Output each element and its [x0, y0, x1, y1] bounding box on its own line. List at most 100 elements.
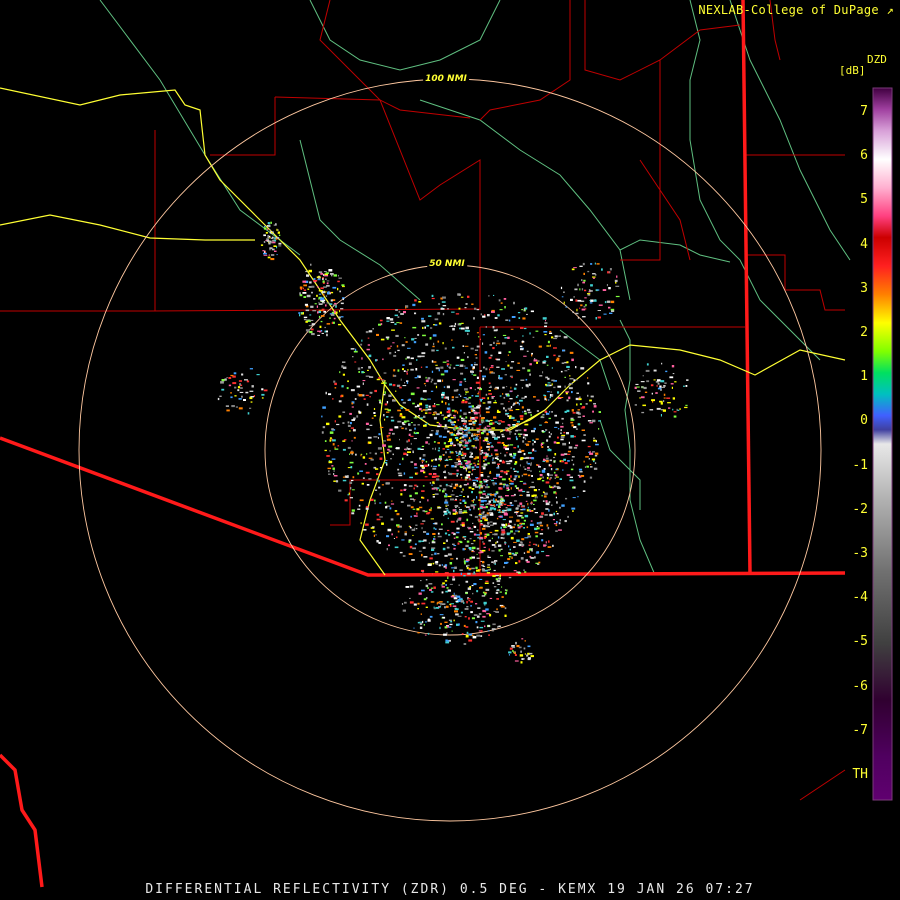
radar-return — [488, 500, 491, 503]
radar-return — [529, 332, 531, 335]
radar-return — [532, 543, 536, 545]
radar-return — [325, 304, 327, 307]
radar-return — [453, 427, 456, 430]
radar-return — [528, 383, 531, 386]
radar-return — [305, 270, 308, 273]
radar-return — [499, 574, 501, 577]
radar-return — [465, 393, 467, 395]
radar-return — [438, 457, 442, 461]
radar-return — [410, 498, 414, 500]
radar-return — [549, 411, 551, 413]
radar-return — [439, 459, 442, 462]
radar-return — [400, 489, 403, 492]
radar-return — [496, 579, 501, 583]
radar-return — [465, 391, 469, 393]
radar-return — [577, 423, 580, 426]
radar-return — [432, 562, 435, 565]
radar-return — [522, 335, 524, 337]
radar-return — [674, 381, 677, 383]
radar-return — [423, 539, 427, 542]
radar-return — [426, 422, 428, 425]
radar-return — [465, 464, 469, 467]
radar-return — [509, 415, 512, 417]
radar-return — [342, 411, 346, 413]
radar-return — [411, 559, 415, 561]
radar-return — [496, 598, 499, 600]
radar-return — [442, 296, 446, 299]
radar-return — [526, 654, 529, 657]
radar-return — [465, 626, 469, 628]
radar-return — [571, 268, 575, 271]
radar-return — [420, 397, 423, 400]
radar-return — [517, 488, 519, 490]
radar-return — [240, 387, 243, 389]
radar-return — [515, 383, 518, 386]
radar-return — [503, 444, 505, 446]
radar-return — [527, 369, 531, 372]
radar-return — [500, 526, 503, 529]
radar-return — [496, 589, 500, 592]
radar-return — [463, 643, 467, 645]
radar-return — [456, 469, 459, 472]
radar-return — [373, 534, 375, 537]
radar-return — [393, 538, 395, 539]
radar-return — [432, 414, 436, 416]
radar-return — [234, 395, 237, 397]
radar-return — [341, 385, 344, 388]
radar-return — [438, 564, 441, 567]
radar-return — [469, 416, 472, 419]
radar-return — [473, 551, 475, 553]
radar-return — [361, 367, 363, 369]
radar-return — [510, 444, 514, 446]
radar-return — [409, 494, 412, 498]
radar-return — [368, 457, 373, 459]
radar-return — [386, 482, 390, 485]
radar-return — [390, 518, 394, 521]
radar-return — [510, 328, 514, 330]
radar-return — [437, 442, 440, 444]
radar-return — [531, 475, 533, 477]
radar-return — [451, 465, 455, 468]
radar-return — [452, 346, 455, 349]
radar-return — [366, 428, 370, 431]
radar-return — [228, 377, 232, 379]
radar-return — [505, 495, 509, 497]
radar-return — [405, 448, 407, 451]
radar-return — [414, 377, 418, 379]
radar-return — [456, 531, 460, 534]
radar-return — [387, 347, 390, 350]
radar-return — [463, 412, 467, 415]
radar-return — [426, 532, 430, 535]
radar-return — [410, 461, 414, 463]
radar-return — [471, 395, 474, 397]
radar-return — [494, 400, 497, 402]
radar-return — [439, 626, 441, 630]
radar-return — [338, 400, 342, 403]
radar-return — [474, 464, 477, 467]
radar-return — [367, 436, 372, 439]
radar-return — [459, 409, 462, 412]
radar-return — [451, 483, 453, 485]
radar-return — [329, 450, 331, 452]
radar-return — [485, 440, 489, 442]
radar-return — [384, 501, 387, 504]
radar-return — [409, 545, 413, 549]
radar-return — [546, 364, 549, 366]
radar-return — [520, 417, 524, 420]
radar-return — [487, 526, 491, 528]
radar-return — [485, 486, 489, 489]
radar-return — [334, 382, 337, 386]
radar-return — [432, 459, 435, 461]
radar-return — [471, 617, 475, 620]
radar-return — [545, 508, 549, 510]
radar-return — [409, 597, 411, 599]
radar-return — [369, 396, 371, 398]
radar-return — [485, 367, 488, 371]
radar-return — [567, 453, 571, 455]
radar-return — [398, 474, 403, 477]
radar-return — [663, 393, 666, 396]
radar-return — [471, 468, 476, 470]
credit-link[interactable]: NEXLAB-College of DuPage ↗ — [698, 3, 894, 17]
radar-return — [521, 541, 523, 544]
radar-return — [606, 300, 611, 303]
